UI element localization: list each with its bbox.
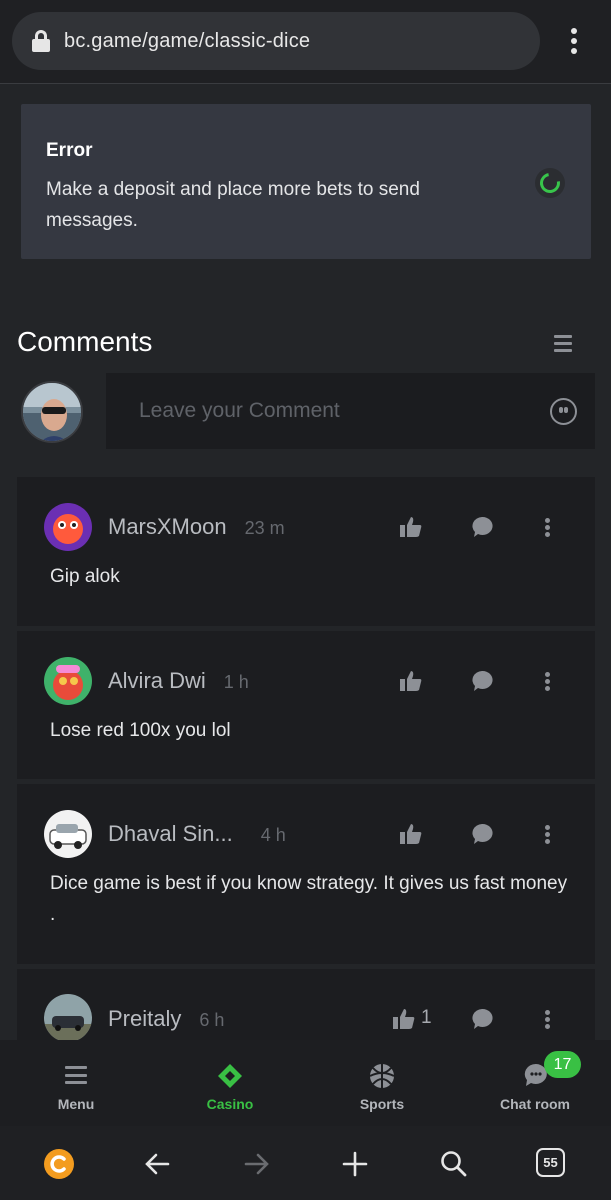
comment-text: Lose red 100x you lol [50,720,231,741]
comment-card: MarsXMoon 23 m Gip alok [17,477,595,626]
like-icon[interactable] [400,824,422,844]
comment-card: Preitaly 6 h 1 [17,969,595,1040]
error-title: Error [46,140,93,161]
commenter-name[interactable]: Preitaly 6 h [108,1006,224,1032]
more-options-icon[interactable] [545,672,550,691]
url-text: bc.game/game/classic-dice [64,29,311,52]
forward-arrow-icon[interactable] [240,1148,272,1180]
comment-text: Gip alok [50,566,120,587]
comments-heading: Comments [17,326,153,357]
more-options-icon[interactable] [545,1010,550,1029]
commenter-name[interactable]: MarsXMoon 23 m [108,514,285,540]
reply-icon[interactable] [471,1008,493,1030]
comment-input[interactable] [106,373,595,449]
loading-spinner-icon [535,168,565,198]
reply-icon[interactable] [471,823,493,845]
sports-ball-icon [369,1064,395,1088]
comment-time: 1 h [223,672,249,692]
commenter-avatar[interactable] [44,657,92,705]
commenter-name[interactable]: Dhaval Sin... 4 h [108,821,286,847]
error-message: Make a deposit and place more bets to se… [46,179,420,231]
comment-card: Dhaval Sin... 4 h Dice game is best if yo… [17,784,595,964]
menu-icon [65,1066,87,1084]
error-toast: Error Make a deposit and place more bets… [21,104,591,259]
tabs-switcher-icon[interactable]: 55 [536,1148,565,1177]
address-bar[interactable]: bc.game/game/classic-dice [12,12,540,70]
comment-text: Dice game is best if you know strategy. … [50,873,568,925]
coin-logo-icon[interactable] [43,1148,75,1180]
commenter-avatar[interactable] [44,503,92,551]
like-icon[interactable] [400,671,422,691]
browser-menu-icon[interactable] [571,28,577,54]
like-icon[interactable] [393,1009,415,1029]
emoji-icon[interactable] [550,398,577,425]
more-options-icon[interactable] [545,518,550,537]
like-icon[interactable] [400,517,422,537]
chat-unread-badge: 17 [544,1051,581,1078]
more-options-icon[interactable] [545,825,550,844]
reply-icon[interactable] [471,670,493,692]
reply-icon[interactable] [471,516,493,538]
search-icon[interactable] [438,1148,470,1180]
nav-sports[interactable]: Sports [342,1040,422,1126]
nav-casino[interactable]: Casino [190,1040,270,1126]
nav-sports-label: Sports [359,1096,405,1112]
nav-menu-label: Menu [57,1096,95,1112]
nav-casino-label: Casino [206,1096,254,1112]
sort-menu-icon[interactable] [554,335,572,352]
casino-icon [218,1064,242,1088]
browser-bottom-bar: 55 [0,1126,611,1200]
nav-chat-label: Chat room [500,1096,570,1112]
back-arrow-icon[interactable] [142,1148,174,1180]
bottom-nav: Menu Casino Sports Chat room [0,1040,611,1126]
tab-count: 55 [543,1155,558,1170]
commenter-name[interactable]: Alvira Dwi 1 h [108,668,249,694]
user-avatar [21,381,83,443]
comment-time: 4 h [260,825,286,845]
lock-icon [32,30,50,52]
comment-time: 6 h [199,1010,225,1030]
like-count: 1 [421,1007,432,1028]
new-tab-plus-icon[interactable] [339,1148,371,1180]
nav-menu[interactable]: Menu [36,1040,116,1126]
commenter-avatar[interactable] [44,994,92,1040]
comment-time: 23 m [244,518,285,538]
browser-toolbar: bc.game/game/classic-dice [0,0,611,84]
comment-card: Alvira Dwi 1 h Lose red 100x you lol [17,631,595,779]
commenter-avatar[interactable] [44,810,92,858]
